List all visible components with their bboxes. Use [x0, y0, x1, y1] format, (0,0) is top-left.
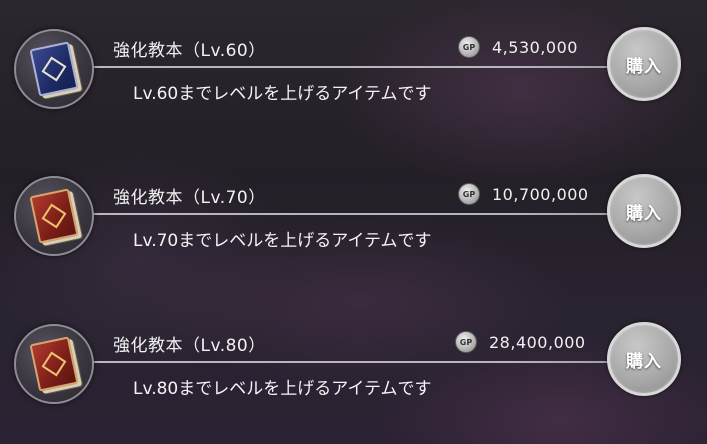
price-value: 4,530,000: [492, 37, 578, 57]
price-value: 10,700,000: [492, 184, 589, 204]
buy-button-label: 購入: [626, 351, 662, 372]
gp-coin-icon: GP: [455, 331, 477, 353]
shop-item-row: 強化教本（Lv.70） GP 10,700,000 Lv.70までレベルを上げる…: [0, 168, 707, 268]
divider-line: [60, 361, 620, 363]
gp-coin-icon: GP: [458, 36, 480, 58]
item-price: GP 4,530,000: [458, 36, 578, 58]
item-icon-frame: [14, 176, 94, 256]
item-name: 強化教本（Lv.60）: [113, 41, 266, 61]
buy-button-label: 購入: [626, 56, 662, 77]
item-price: GP 10,700,000: [458, 183, 589, 205]
emblem-icon: [41, 56, 67, 82]
item-name: 強化教本（Lv.70）: [113, 188, 266, 208]
item-description: Lv.80までレベルを上げるアイテムです: [133, 379, 432, 399]
item-name: 強化教本（Lv.80）: [113, 336, 266, 356]
book-icon: [29, 188, 79, 244]
shop-item-row: 強化教本（Lv.60） GP 4,530,000 Lv.60までレベルを上げるア…: [0, 21, 707, 121]
gp-coin-icon: GP: [458, 183, 480, 205]
shop-item-row: 強化教本（Lv.80） GP 28,400,000 Lv.80までレベルを上げる…: [0, 316, 707, 416]
emblem-icon: [41, 203, 67, 229]
shop-item-list: 強化教本（Lv.60） GP 4,530,000 Lv.60までレベルを上げるア…: [0, 0, 707, 444]
item-description: Lv.60までレベルを上げるアイテムです: [133, 84, 432, 104]
buy-button[interactable]: 購入: [607, 174, 681, 248]
item-description: Lv.70までレベルを上げるアイテムです: [133, 231, 432, 251]
buy-button[interactable]: 購入: [607, 27, 681, 101]
price-value: 28,400,000: [489, 332, 586, 352]
divider-line: [60, 213, 620, 215]
item-icon-frame: [14, 324, 94, 404]
buy-button[interactable]: 購入: [607, 322, 681, 396]
buy-button-label: 購入: [626, 203, 662, 224]
item-icon-frame: [14, 29, 94, 109]
item-price: GP 28,400,000: [455, 331, 586, 353]
book-icon: [29, 336, 79, 392]
divider-line: [60, 66, 620, 68]
book-icon: [29, 41, 79, 97]
emblem-icon: [41, 351, 67, 377]
